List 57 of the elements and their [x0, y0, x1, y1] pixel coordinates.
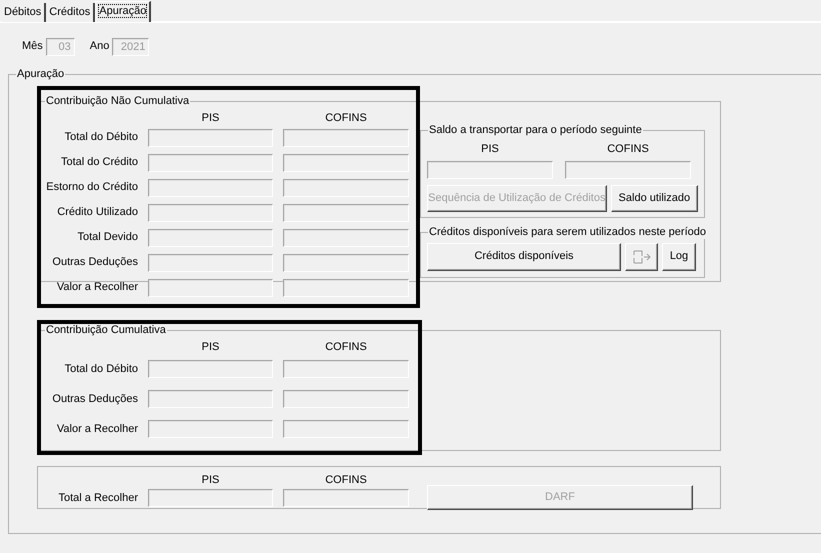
group-title: Contribuição Cumulativa — [45, 324, 167, 337]
input-field[interactable] — [283, 128, 409, 146]
input-field[interactable] — [148, 420, 273, 438]
group-title: Contribuição Não Cumulativa — [45, 95, 190, 108]
input-field[interactable] — [148, 489, 273, 507]
group-title: Créditos disponíveis para serem utilizados neste período — [428, 226, 707, 239]
input-field[interactable] — [148, 128, 273, 146]
input-field[interactable] — [283, 154, 409, 172]
column-header: PIS — [200, 341, 220, 354]
button[interactable]: Créditos disponíveis — [427, 243, 621, 271]
group-title: Saldo a transportar para o período seguinte — [428, 124, 643, 137]
input-field[interactable] — [283, 254, 409, 272]
field-label: Ano — [90, 40, 110, 54]
input-field[interactable] — [283, 390, 409, 408]
input-field[interactable] — [283, 228, 409, 246]
field-label: Total Devido — [76, 230, 138, 245]
input-field[interactable] — [148, 278, 273, 296]
tab[interactable]: Créditos — [46, 3, 96, 22]
input-field[interactable] — [148, 360, 273, 378]
input-field[interactable] — [565, 161, 691, 179]
tab[interactable]: Apuração — [95, 1, 152, 22]
input-field[interactable] — [148, 178, 273, 196]
group-title: Apuração — [16, 68, 66, 81]
field-label: Mês — [22, 40, 43, 54]
button[interactable]: Log — [662, 243, 696, 271]
field-label: Valor a Recolher — [56, 280, 138, 295]
input-field[interactable] — [283, 278, 409, 296]
input-field[interactable] — [283, 204, 409, 222]
input-field[interactable] — [148, 228, 273, 246]
field-label: Valor a Recolher — [56, 422, 138, 437]
field-label: Total a Recolher — [58, 492, 138, 506]
input-field[interactable] — [148, 254, 273, 272]
field-label: Estorno do Crédito — [45, 180, 138, 195]
column-header: COFINS — [606, 143, 650, 156]
tab[interactable]: Débitos — [1, 3, 46, 22]
column-header: PIS — [200, 474, 220, 487]
input-field[interactable] — [148, 154, 273, 172]
column-header: COFINS — [324, 474, 368, 487]
input-field[interactable] — [427, 161, 553, 179]
input-field[interactable] — [283, 178, 409, 196]
field-label: Outras Deduções — [51, 255, 138, 270]
button[interactable]: Saldo utilizado — [610, 185, 698, 212]
column-header: COFINS — [324, 112, 368, 125]
input-field[interactable] — [283, 489, 409, 507]
column-header: PIS — [480, 143, 500, 156]
input-field[interactable] — [283, 420, 409, 438]
input-field[interactable] — [148, 204, 273, 222]
field-label: Total do Débito — [64, 362, 138, 377]
field-label: Total do Débito — [64, 130, 138, 145]
step-arrow-icon — [632, 250, 652, 264]
field-label: Crédito Utilizado — [56, 205, 138, 220]
field-label: Outras Deduções — [51, 392, 138, 407]
column-header: PIS — [200, 112, 220, 125]
input-field[interactable] — [283, 360, 409, 378]
field-label: Total do Crédito — [60, 155, 138, 170]
input-field[interactable] — [148, 390, 273, 408]
column-header: COFINS — [324, 341, 368, 354]
